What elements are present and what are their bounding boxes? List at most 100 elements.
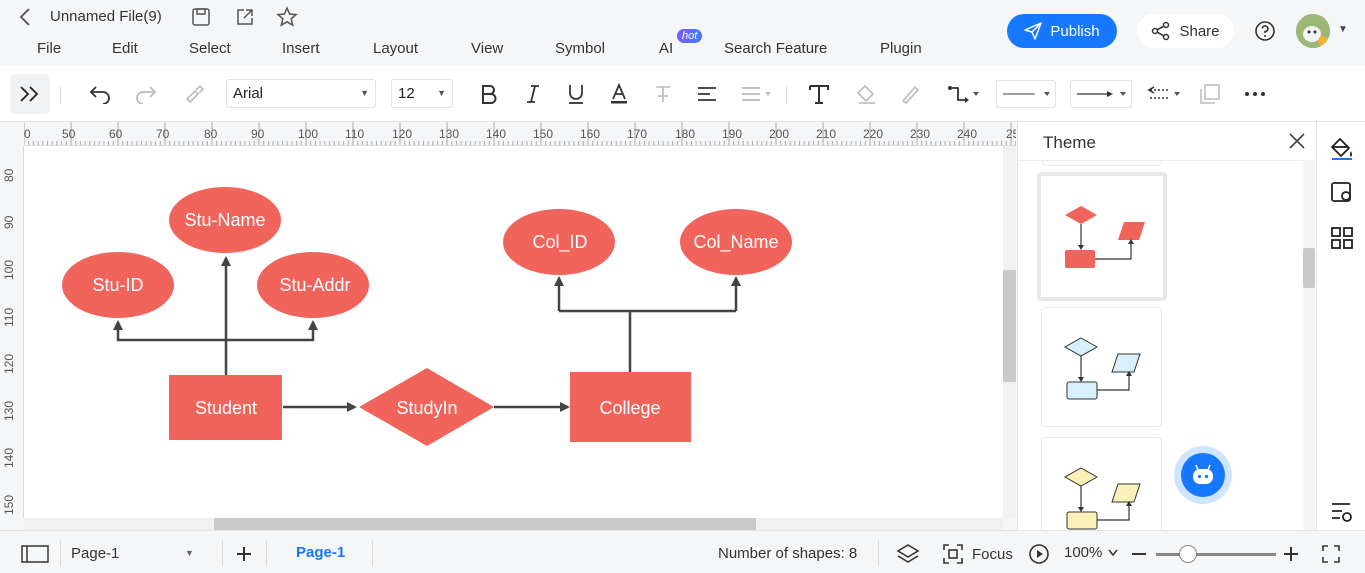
connector-icon[interactable] bbox=[946, 80, 982, 108]
focus-button[interactable]: Focus bbox=[942, 543, 1013, 565]
publish-button[interactable]: Publish bbox=[1007, 14, 1117, 48]
ruler-label: 80 bbox=[204, 127, 218, 141]
font-size-select[interactable]: 12 ▼ bbox=[391, 79, 453, 108]
attribute-col-id[interactable]: Col_ID bbox=[503, 209, 615, 275]
align-icon[interactable] bbox=[696, 80, 718, 108]
shape-label: Col_ID bbox=[532, 232, 587, 253]
attribute-stu-id[interactable]: Stu-ID bbox=[62, 252, 174, 318]
fullscreen-icon[interactable] bbox=[1321, 544, 1341, 564]
play-icon[interactable] bbox=[1028, 543, 1050, 565]
hot-badge: hot bbox=[677, 29, 703, 43]
help-icon[interactable] bbox=[1254, 20, 1276, 42]
er-diagram: Stu-Name Stu-ID Stu-Addr Col_ID Col_Name… bbox=[62, 187, 792, 446]
list-settings-icon[interactable] bbox=[1330, 500, 1354, 524]
menu-select[interactable]: Select bbox=[189, 40, 231, 57]
menu-plugin[interactable]: Plugin bbox=[880, 40, 922, 57]
group-icon[interactable] bbox=[1198, 80, 1222, 108]
ruler-label: 170 bbox=[627, 127, 648, 141]
zoom-out-icon[interactable] bbox=[1131, 547, 1147, 561]
title-bar: Unnamed File(9) File Edit Select Insert … bbox=[0, 0, 1365, 66]
ruler-label: 110 bbox=[345, 127, 365, 141]
menu-insert[interactable]: Insert bbox=[282, 40, 320, 57]
share-button[interactable]: Share bbox=[1137, 14, 1234, 48]
line-style-select[interactable] bbox=[996, 80, 1056, 108]
ruler-label: 0 bbox=[24, 127, 31, 141]
canvas-vertical-scroll-thumb[interactable] bbox=[1003, 270, 1016, 382]
save-icon[interactable] bbox=[190, 6, 212, 28]
shape-label: Student bbox=[195, 398, 257, 418]
text-style-icon[interactable] bbox=[652, 80, 674, 108]
zoom-value: 100% bbox=[1064, 544, 1103, 561]
font-color-icon[interactable] bbox=[608, 80, 630, 108]
paint-bucket-icon[interactable] bbox=[1330, 136, 1354, 160]
drawing-canvas[interactable]: Stu-Name Stu-ID Stu-Addr Col_ID Col_Name… bbox=[24, 146, 1003, 518]
zoom-select[interactable]: 100% bbox=[1064, 544, 1118, 561]
relationship-studyin[interactable]: StudyIn bbox=[359, 368, 494, 446]
redo-icon[interactable] bbox=[134, 80, 158, 108]
entity-college[interactable]: College bbox=[570, 372, 691, 442]
close-icon[interactable] bbox=[1288, 132, 1306, 150]
ai-assistant-button[interactable] bbox=[1174, 446, 1232, 504]
zoom-slider-track[interactable] bbox=[1156, 553, 1276, 556]
entity-student[interactable]: Student bbox=[169, 375, 282, 440]
font-size-value: 12 bbox=[398, 85, 415, 102]
canvas-horizontal-scroll-thumb[interactable] bbox=[214, 518, 756, 530]
menu-symbol[interactable]: Symbol bbox=[555, 40, 605, 57]
zoom-slider-handle[interactable] bbox=[1179, 545, 1197, 563]
underline-icon[interactable] bbox=[565, 80, 587, 108]
attribute-stu-name[interactable]: Stu-Name bbox=[169, 187, 281, 253]
add-page-icon[interactable] bbox=[236, 546, 252, 562]
user-avatar[interactable] bbox=[1296, 14, 1330, 48]
menu-edit[interactable]: Edit bbox=[112, 40, 138, 57]
file-title[interactable]: Unnamed File(9) bbox=[50, 8, 162, 25]
undo-icon[interactable] bbox=[88, 80, 112, 108]
menu-layout[interactable]: Layout bbox=[373, 40, 418, 57]
expand-panel-icon[interactable] bbox=[10, 74, 50, 114]
back-icon[interactable] bbox=[14, 6, 36, 28]
line-spacing-icon[interactable] bbox=[740, 80, 774, 108]
italic-icon[interactable] bbox=[522, 80, 544, 108]
layers-icon[interactable] bbox=[896, 543, 920, 565]
ruler-label: 120 bbox=[2, 353, 16, 374]
zoom-in-icon[interactable] bbox=[1283, 546, 1299, 562]
ruler-label: 80 bbox=[2, 168, 16, 182]
status-divider bbox=[266, 540, 267, 566]
arrow-style-select[interactable] bbox=[1070, 80, 1132, 108]
attribute-col-name[interactable]: Col_Name bbox=[680, 209, 792, 275]
ruler-left: 80 90 100 110 120 130 140 150 bbox=[0, 146, 24, 518]
text-tool-icon[interactable] bbox=[806, 80, 832, 108]
page-layout-icon[interactable] bbox=[21, 545, 49, 563]
page-settings-icon[interactable] bbox=[1330, 180, 1354, 204]
theme-panel-scroll-thumb[interactable] bbox=[1303, 248, 1315, 288]
line-color-icon[interactable] bbox=[898, 80, 922, 108]
menu-search-feature[interactable]: Search Feature bbox=[724, 40, 827, 57]
ruler-label: 150 bbox=[533, 127, 554, 141]
more-icon[interactable] bbox=[1243, 80, 1267, 108]
menu-file[interactable]: File bbox=[37, 40, 61, 57]
format-painter-icon[interactable] bbox=[182, 80, 206, 108]
font-family-select[interactable]: Arial ▼ bbox=[226, 79, 376, 108]
export-icon[interactable] bbox=[234, 6, 256, 28]
theme-card-yellow[interactable] bbox=[1041, 437, 1162, 537]
ruler-label: 70 bbox=[156, 127, 170, 141]
chevron-down-icon: ▼ bbox=[185, 548, 194, 558]
ruler-label: 230 bbox=[910, 127, 931, 141]
fill-icon[interactable] bbox=[854, 80, 878, 108]
menu-view[interactable]: View bbox=[471, 40, 503, 57]
robot-icon bbox=[1181, 453, 1225, 497]
page-select[interactable]: Page-1 ▼ bbox=[60, 540, 202, 566]
menu-ai[interactable]: AI bbox=[659, 40, 673, 57]
page-tab-active[interactable]: Page-1 bbox=[296, 544, 345, 561]
theme-card-red[interactable] bbox=[1037, 172, 1167, 301]
theme-card-blue[interactable] bbox=[1041, 307, 1162, 427]
attribute-stu-addr[interactable]: Stu-Addr bbox=[257, 252, 369, 318]
star-icon[interactable] bbox=[276, 6, 298, 28]
theme-card-partial[interactable] bbox=[1042, 160, 1162, 166]
font-family-value: Arial bbox=[233, 85, 264, 102]
line-jump-icon[interactable] bbox=[1146, 80, 1182, 108]
avatar-chevron-down-icon[interactable]: ▼ bbox=[1338, 24, 1348, 35]
right-side-toolbar bbox=[1316, 122, 1365, 530]
grid-apps-icon[interactable] bbox=[1330, 226, 1354, 250]
theme-panel-scrollbar[interactable] bbox=[1303, 160, 1315, 530]
bold-icon[interactable] bbox=[478, 80, 500, 108]
